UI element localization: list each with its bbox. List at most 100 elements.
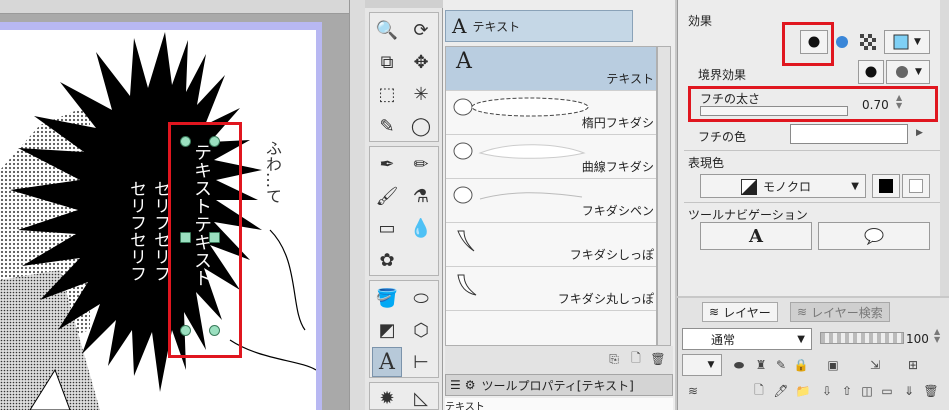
delete-layer-icon[interactable]: 🗑 [922, 382, 940, 400]
subtool-item-ellipse-balloon[interactable]: 楕円フキダシ [446, 91, 656, 135]
opacity-value[interactable]: 100 [906, 332, 929, 346]
subtool-footer: ⎘ 🗋 🗑 [445, 346, 673, 374]
white-swatch-icon [909, 179, 923, 193]
checker-icon [860, 34, 876, 50]
manga-page[interactable]: セリフセリフ セリフセリフ ふわ…て テキストテキスト [0, 30, 316, 410]
canvas-area[interactable]: セリフセリフ セリフセリフ ふわ…て テキストテキスト [0, 0, 349, 410]
copy-subtool-icon[interactable]: ⎘ [605, 350, 623, 368]
new-vector-layer-icon[interactable]: 🖊 [772, 382, 790, 400]
eraser-tool-icon[interactable]: ▭ [372, 213, 402, 243]
move-down-icon[interactable]: ⇩ [818, 382, 836, 400]
effect-tone-button[interactable] [856, 30, 880, 54]
new-layer-icon[interactable]: 🗋 [750, 382, 768, 400]
reference-layer-icon[interactable]: ♜ [752, 356, 770, 374]
blend-mode-select[interactable]: 通常 ▼ [682, 328, 812, 350]
tool-property-strip-text: テキスト [445, 402, 485, 410]
canvas-scrollbar[interactable] [349, 0, 365, 410]
stepper-icon[interactable]: ▲ ▼ [934, 328, 940, 344]
brush-tool-icon[interactable]: 🖌 [372, 181, 402, 211]
chevron-down-icon: ▼ [851, 180, 859, 192]
layer-transfer-icon[interactable]: ⇲ [866, 356, 884, 374]
expression-color-label: 表現色 [688, 156, 725, 170]
object-tool-icon[interactable]: ✥ [406, 47, 436, 77]
text-tool-preview-icon: A [456, 49, 472, 74]
layer-merge-icon[interactable]: ⊞ [904, 356, 922, 374]
stepper-icon[interactable]: ▲ ▼ [896, 94, 902, 110]
ruler-tool-icon[interactable]: ◺ [406, 383, 436, 410]
layer-move-tool-icon[interactable]: ⧉ [372, 47, 402, 77]
highlight-effect-button [782, 22, 834, 66]
tool-property-scrollbar[interactable] [940, 0, 949, 296]
mask-icon[interactable]: ▣ [824, 356, 842, 374]
subtool-item-text[interactable]: A テキスト [446, 47, 656, 91]
border-thickness-slider[interactable] [700, 106, 848, 116]
decoration-tool-icon[interactable]: ✿ [372, 245, 402, 275]
lock-layer-icon[interactable]: 🔒 [792, 356, 810, 374]
subtool-item-balloon-round-tail[interactable]: フキダシ丸しっぽ [446, 267, 656, 311]
layer-color-dropdown[interactable]: ▼ [682, 354, 722, 376]
gradient-tool-icon[interactable]: ◩ [372, 315, 402, 345]
curve-balloon-preview-icon [453, 142, 586, 160]
subtool-group-tab[interactable]: A テキスト [445, 10, 633, 42]
nav-balloon-button[interactable] [818, 222, 930, 250]
airbrush-tool-icon[interactable]: ⚗ [406, 181, 436, 211]
combine-icon[interactable]: ◫ [858, 382, 876, 400]
draft-layer-icon[interactable]: ✎ [772, 356, 790, 374]
border-thickness-value[interactable]: 0.70 [862, 98, 889, 112]
highlight-selected-text [168, 122, 242, 358]
eyedropper-tool-icon[interactable]: ✎ [372, 111, 402, 141]
lasso-tool-icon[interactable]: ◯ [406, 111, 436, 141]
pen-tool-icon[interactable]: ✒ [372, 149, 402, 179]
subtool-item-balloon-pen[interactable]: フキダシペン [446, 179, 656, 223]
new-subtool-icon[interactable]: 🗋 [627, 350, 645, 368]
text-glyph-icon: A [452, 14, 467, 38]
balloon-tail-preview-icon [457, 230, 475, 252]
nav-text-button[interactable]: A [700, 222, 812, 250]
figure-tool-icon[interactable]: ⬡ [406, 315, 436, 345]
subtool-item-curve-balloon[interactable]: 曲線フキダシ [446, 135, 656, 179]
tool-palette: 🔍 ⟳ ⧉ ✥ ⬚ ✳ ✎ ◯ ✒ ✏ 🖌 ⚗ ▭ 💧 ✿ 🪣 ⬭ ◩ ⬡ A … [365, 0, 443, 410]
mask-apply-icon[interactable]: ▭ [878, 382, 896, 400]
expression-color-dropdown[interactable]: モノクロ ▼ [700, 174, 866, 198]
main-color-button[interactable] [872, 174, 900, 198]
tab-layer[interactable]: ≋ レイヤー [702, 302, 778, 322]
gradient-shape-icon[interactable]: ⬭ [406, 283, 436, 313]
fill-tool-icon[interactable]: 🪣 [372, 283, 402, 313]
tool-property-tab[interactable]: ☰ ⚙ ツールプロパティ[テキスト] [445, 374, 673, 396]
blend-mode-value: 通常 [711, 332, 736, 347]
border-effect-button[interactable] [858, 60, 884, 84]
selection-tool-icon[interactable]: ⬚ [372, 79, 402, 109]
zoom-tool-icon[interactable]: 🔍 [372, 15, 402, 45]
balloon-text-col-2: セリフセリフ [150, 180, 170, 282]
sub-color-button[interactable] [902, 174, 930, 198]
opacity-slider[interactable] [820, 332, 904, 344]
pencil-tool-icon[interactable]: ✏ [406, 149, 436, 179]
move-up-icon[interactable]: ⇧ [838, 382, 856, 400]
subtool-item-label: フキダシペン [581, 204, 654, 218]
chevron-down-icon: ▼ [915, 67, 922, 77]
rotate-tool-icon[interactable]: ⟳ [406, 15, 436, 45]
effect-texture-dropdown[interactable]: ▼ [884, 30, 930, 54]
chevron-right-icon[interactable]: ▶ [916, 128, 923, 138]
text-tool-icon[interactable]: A [372, 347, 402, 377]
layer-menu-icon[interactable]: ≋ [684, 382, 702, 400]
frame-tool-icon[interactable]: ⊢ [406, 347, 436, 377]
chevron-down-icon: ▼ [707, 360, 715, 370]
tool-group-draw: ✒ ✏ 🖌 ⚗ ▭ 💧 ✿ [369, 146, 439, 276]
auto-select-tool-icon[interactable]: ✳ [406, 79, 436, 109]
clip-layer-icon[interactable]: ⬬ [730, 356, 748, 374]
border-color-swatch[interactable] [790, 124, 908, 144]
ruler-effect-tool-icon[interactable]: ✹ [372, 383, 402, 410]
border-effect-dropdown[interactable]: ▼ [886, 60, 930, 84]
subtool-item-label: 曲線フキダシ [581, 160, 654, 174]
delete-subtool-icon[interactable]: 🗑 [649, 350, 667, 368]
transfer-down-icon[interactable]: ⇓ [900, 382, 918, 400]
new-folder-icon[interactable]: 📁 [794, 382, 812, 400]
subtool-item-balloon-tail[interactable]: フキダシしっぽ [446, 223, 656, 267]
panel-menu-icon[interactable]: ☰ [450, 378, 461, 392]
subtool-list-scrollbar[interactable] [657, 46, 671, 346]
side-text: ふわ…て [263, 140, 282, 204]
subtool-panel: A テキスト A テキスト 楕円フキダシ 曲線フキダシ フキダシペン フキダシし… [443, 0, 675, 410]
blend-tool-icon[interactable]: 💧 [406, 213, 436, 243]
tab-layer-search[interactable]: ≋ レイヤー検索 [790, 302, 890, 322]
